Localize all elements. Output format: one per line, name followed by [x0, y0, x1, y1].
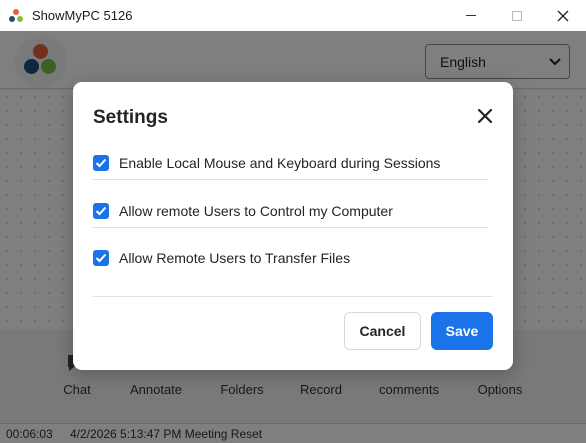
title-bar: ShowMyPC 5126 — [0, 0, 586, 31]
footer-divider — [93, 296, 493, 297]
save-button[interactable]: Save — [431, 312, 493, 350]
close-icon — [557, 10, 569, 21]
option-label: Allow Remote Users to Transfer Files — [119, 250, 351, 266]
minimize-icon — [466, 15, 476, 16]
option-transfer-files[interactable]: Allow Remote Users to Transfer Files — [93, 241, 489, 275]
cancel-button[interactable]: Cancel — [344, 312, 421, 350]
window-title: ShowMyPC 5126 — [32, 8, 133, 23]
remote-control-checkbox[interactable] — [93, 202, 109, 219]
option-label: Allow remote Users to Control my Compute… — [119, 202, 393, 219]
maximize-button[interactable] — [494, 0, 540, 31]
dialog-title: Settings — [93, 107, 168, 128]
checkmark-icon — [95, 158, 107, 167]
settings-dialog: Settings Enable Local Mouse and Keyboard… — [73, 82, 513, 370]
maximize-icon — [512, 10, 522, 21]
option-remote-control[interactable]: Allow remote Users to Control my Compute… — [93, 194, 489, 228]
window-controls — [448, 0, 586, 31]
checkmark-icon — [95, 253, 107, 263]
dialog-close-button[interactable] — [475, 106, 495, 126]
close-icon — [478, 109, 492, 123]
checkmark-icon — [95, 206, 107, 215]
option-local-mouse-keyboard[interactable]: Enable Local Mouse and Keyboard during S… — [93, 146, 489, 180]
local-mouse-keyboard-checkbox[interactable] — [93, 154, 109, 171]
app-window: ShowMyPC 5126 English — [0, 0, 586, 443]
transfer-files-checkbox[interactable] — [93, 250, 109, 266]
app-logo-icon — [9, 8, 23, 23]
minimize-button[interactable] — [448, 0, 494, 31]
option-label: Enable Local Mouse and Keyboard during S… — [119, 154, 441, 171]
window-close-button[interactable] — [540, 0, 586, 31]
